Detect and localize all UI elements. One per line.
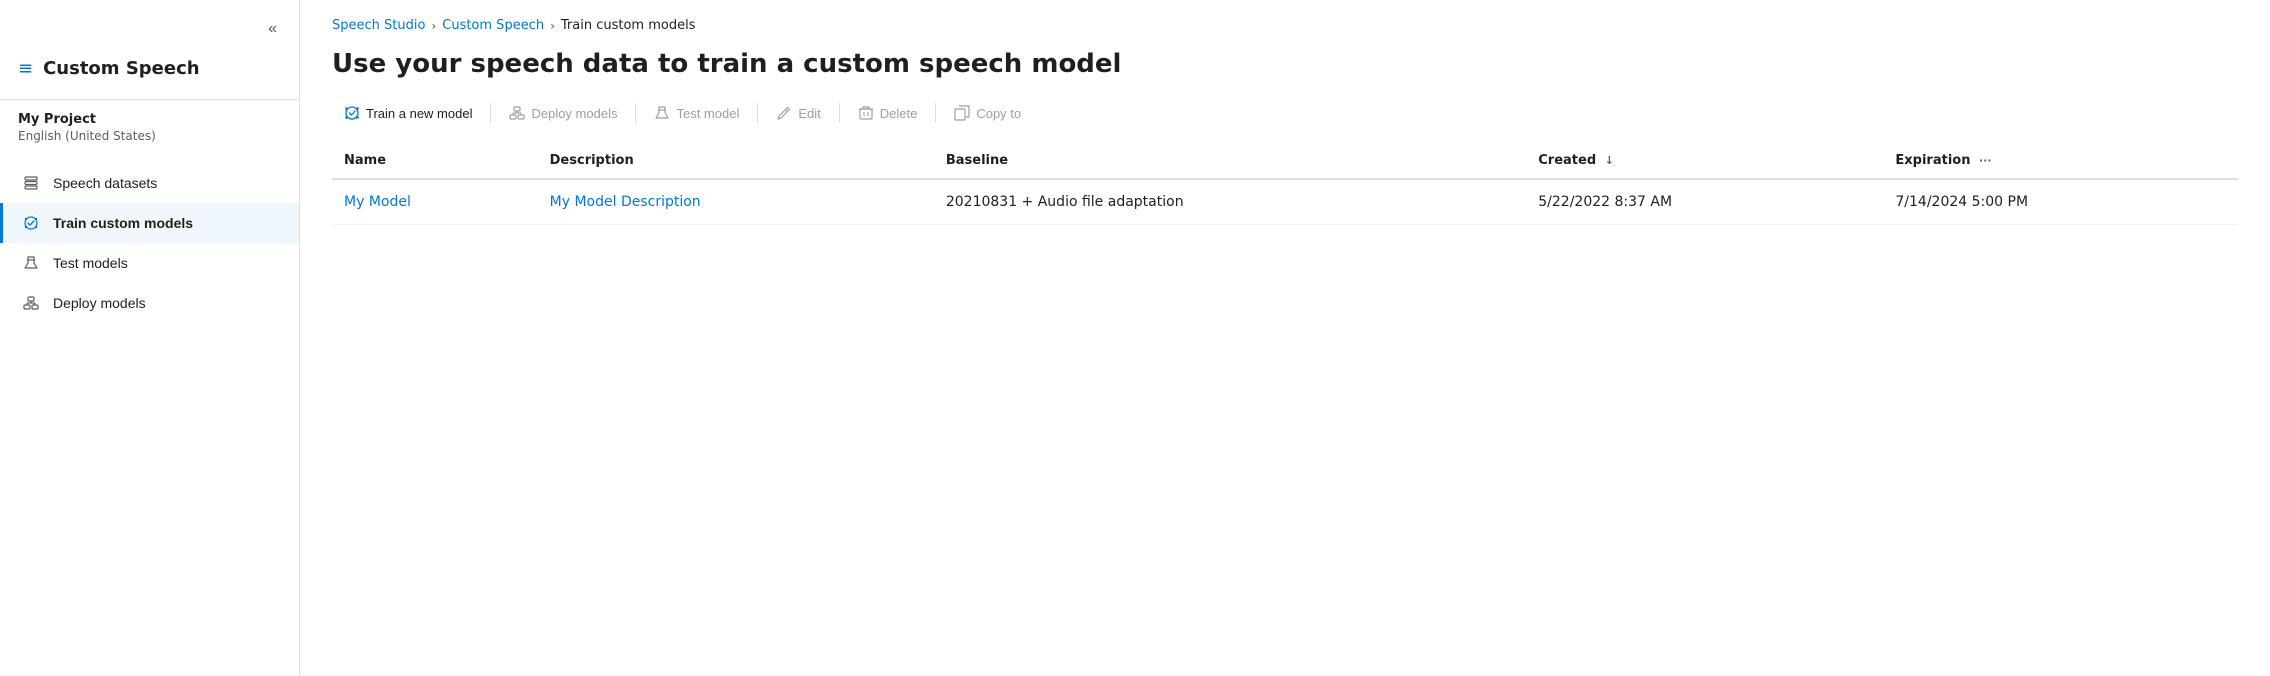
- toolbar-separator-5: [935, 103, 936, 123]
- model-baseline: 20210831 + Audio file adaptation: [946, 194, 1184, 210]
- table-row[interactable]: My Model My Model Description 20210831 +…: [332, 179, 2238, 225]
- deploy-models-icon: [509, 105, 525, 121]
- column-header-description: Description: [538, 143, 934, 179]
- sidebar-item-label: Test models: [53, 255, 128, 271]
- deploy-models-button[interactable]: Deploy models: [497, 99, 629, 127]
- sidebar-collapse-area: «: [0, 0, 299, 50]
- sort-expiration-icon: ···: [1979, 154, 1992, 167]
- cell-created: 5/22/2022 8:37 AM: [1526, 179, 1883, 225]
- edit-label: Edit: [798, 106, 820, 121]
- sidebar-item-test-models[interactable]: Test models: [0, 243, 299, 283]
- model-expiration: 7/14/2024 5:00 PM: [1895, 194, 2028, 210]
- cell-description: My Model Description: [538, 179, 934, 225]
- train-new-model-icon: [344, 105, 360, 121]
- train-new-model-button[interactable]: Train a new model: [332, 99, 484, 127]
- sidebar-header: ≡ Custom Speech: [0, 50, 299, 99]
- edit-icon: [776, 105, 792, 121]
- breadcrumb-sep-1: ›: [431, 19, 436, 33]
- delete-label: Delete: [880, 106, 918, 121]
- deploy-icon-nav: [21, 295, 41, 311]
- sidebar-item-label: Train custom models: [53, 215, 193, 231]
- train-icon-nav: [21, 215, 41, 231]
- test-model-icon: [654, 105, 670, 121]
- model-created: 5/22/2022 8:37 AM: [1538, 194, 1672, 210]
- breadcrumb-current: Train custom models: [561, 18, 696, 33]
- sidebar-navigation: Speech datasets Train custom models: [0, 163, 299, 323]
- project-name: My Project: [18, 112, 281, 127]
- test-icon-nav: [21, 255, 41, 271]
- toolbar-separator-3: [757, 103, 758, 123]
- toolbar-separator-2: [635, 103, 636, 123]
- project-info: My Project English (United States): [0, 99, 299, 151]
- sort-created-icon: ↓: [1605, 154, 1614, 167]
- breadcrumb-custom-speech[interactable]: Custom Speech: [442, 18, 544, 33]
- main-content: Speech Studio › Custom Speech › Train cu…: [300, 0, 2270, 676]
- sidebar-item-speech-datasets[interactable]: Speech datasets: [0, 163, 299, 203]
- delete-button[interactable]: Delete: [846, 99, 930, 127]
- deploy-models-label: Deploy models: [531, 106, 617, 121]
- table-header-row: Name Description Baseline Created ↓ Expi…: [332, 143, 2238, 179]
- train-new-model-label: Train a new model: [366, 106, 472, 121]
- sidebar-item-train-custom-models[interactable]: Train custom models: [0, 203, 299, 243]
- cell-name: My Model: [332, 179, 538, 225]
- cell-baseline: 20210831 + Audio file adaptation: [934, 179, 1526, 225]
- test-model-label: Test model: [676, 106, 739, 121]
- project-language: English (United States): [18, 129, 281, 143]
- models-table: Name Description Baseline Created ↓ Expi…: [332, 143, 2238, 225]
- test-model-button[interactable]: Test model: [642, 99, 751, 127]
- model-description: My Model Description: [550, 194, 701, 210]
- copy-to-label: Copy to: [976, 106, 1021, 121]
- model-name-link[interactable]: My Model: [344, 194, 411, 210]
- collapse-sidebar-button[interactable]: «: [264, 16, 281, 42]
- custom-speech-icon: ≡: [18, 58, 33, 79]
- edit-button[interactable]: Edit: [764, 99, 832, 127]
- models-table-container: Name Description Baseline Created ↓ Expi…: [300, 143, 2270, 225]
- copy-to-button[interactable]: Copy to: [942, 99, 1033, 127]
- datasets-icon: [21, 175, 41, 191]
- breadcrumb-sep-2: ›: [550, 19, 555, 33]
- sidebar: « ≡ Custom Speech My Project English (Un…: [0, 0, 300, 676]
- sidebar-item-label: Deploy models: [53, 295, 146, 311]
- toolbar-separator-1: [490, 103, 491, 123]
- page-title: Use your speech data to train a custom s…: [300, 45, 2270, 99]
- column-header-expiration: Expiration ···: [1883, 143, 2238, 179]
- column-header-baseline: Baseline: [934, 143, 1526, 179]
- column-header-name: Name: [332, 143, 538, 179]
- breadcrumb-speech-studio[interactable]: Speech Studio: [332, 18, 425, 33]
- sidebar-item-deploy-models[interactable]: Deploy models: [0, 283, 299, 323]
- sidebar-title: Custom Speech: [43, 58, 199, 79]
- copy-to-icon: [954, 105, 970, 121]
- breadcrumb: Speech Studio › Custom Speech › Train cu…: [300, 0, 2270, 45]
- toolbar: Train a new model Deploy models: [300, 99, 2270, 143]
- column-header-created[interactable]: Created ↓: [1526, 143, 1883, 179]
- toolbar-separator-4: [839, 103, 840, 123]
- cell-expiration: 7/14/2024 5:00 PM: [1883, 179, 2238, 225]
- delete-icon: [858, 105, 874, 121]
- sidebar-item-label: Speech datasets: [53, 175, 157, 191]
